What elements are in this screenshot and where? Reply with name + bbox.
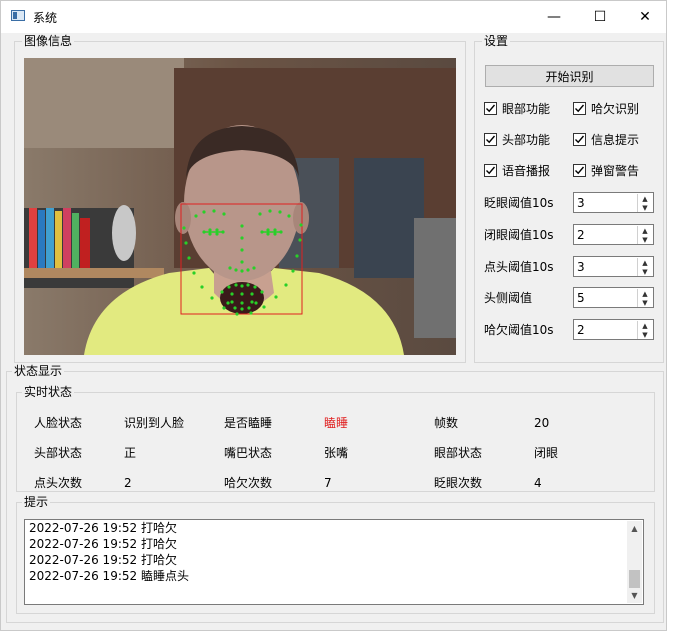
settings-title: 设置	[482, 34, 511, 48]
head-tilt-threshold-spinbox[interactable]: 5 ▲ ▼	[573, 287, 654, 308]
mouth-status-label: 嘴巴状态	[224, 446, 273, 460]
head-status-label: 头部状态	[34, 446, 83, 460]
scrollbar-thumb[interactable]	[629, 570, 640, 588]
yawn-count-label: 哈欠次数	[224, 476, 273, 490]
blink-count-value: 4	[534, 476, 542, 490]
checkbox-voice-broadcast[interactable]	[484, 164, 497, 177]
drowsy-value: 瞌睡	[324, 416, 349, 430]
scroll-down-icon[interactable]: ▼	[627, 588, 642, 603]
blink-threshold-label: 眨眼阈值10s	[484, 196, 554, 210]
nod-count-value: 2	[124, 476, 132, 490]
image-info-title: 图像信息	[22, 34, 75, 48]
start-recognition-button[interactable]: 开始识别	[485, 65, 654, 87]
scroll-up-icon[interactable]: ▲	[627, 521, 642, 536]
window-title: 系统	[33, 11, 58, 25]
minimize-button[interactable]: —	[531, 1, 577, 33]
eye-close-threshold-label: 闭眼阈值10s	[484, 228, 554, 242]
yawn-threshold-value: 2	[577, 323, 585, 337]
head-tilt-threshold-label: 头侧阈值	[484, 291, 533, 305]
blink-threshold-value: 3	[577, 196, 585, 210]
face-status-label: 人脸状态	[34, 416, 83, 430]
log-line: 2022-07-26 19:52 瞌睡点头	[29, 569, 189, 583]
yawn-threshold-spinbox[interactable]: 2 ▲ ▼	[573, 319, 654, 340]
eye-status-value: 闭眼	[534, 446, 559, 460]
yawn-count-value: 7	[324, 476, 332, 490]
spin-up-icon[interactable]: ▲	[637, 321, 652, 330]
nod-threshold-spinbox[interactable]: 3 ▲ ▼	[573, 256, 654, 277]
eye-close-threshold-value: 2	[577, 228, 585, 242]
checkbox-label-head-function: 头部功能	[502, 133, 551, 147]
hints-log-textbox[interactable]: 2022-07-26 19:52 打哈欠 2022-07-26 19:52 打哈…	[24, 519, 644, 605]
checkbox-label-info-prompt: 信息提示	[591, 133, 640, 147]
vertical-scrollbar[interactable]: ▲ ▼	[627, 521, 642, 603]
app-icon	[11, 10, 25, 21]
log-line: 2022-07-26 19:52 打哈欠	[29, 521, 177, 535]
spin-up-icon[interactable]: ▲	[637, 194, 652, 203]
checkbox-popup-warning[interactable]	[573, 164, 586, 177]
camera-feed	[24, 58, 456, 355]
spin-up-icon[interactable]: ▲	[637, 226, 652, 235]
realtime-status-group	[16, 392, 655, 492]
frame-count-label: 帧数	[434, 416, 459, 430]
eye-status-label: 眼部状态	[434, 446, 483, 460]
checkbox-yawn-recognition[interactable]	[573, 102, 586, 115]
checkbox-head-function[interactable]	[484, 133, 497, 146]
eye-close-threshold-spinbox[interactable]: 2 ▲ ▼	[573, 224, 654, 245]
checkbox-label-voice-broadcast: 语音播报	[502, 164, 551, 178]
spin-down-icon[interactable]: ▼	[637, 235, 652, 244]
spin-up-icon[interactable]: ▲	[637, 289, 652, 298]
maximize-button[interactable]: ☐	[577, 1, 623, 33]
drowsy-label: 是否瞌睡	[224, 416, 273, 430]
hints-title: 提示	[22, 495, 51, 509]
head-tilt-threshold-value: 5	[577, 291, 585, 305]
spin-down-icon[interactable]: ▼	[637, 330, 652, 339]
spin-down-icon[interactable]: ▼	[637, 298, 652, 307]
realtime-status-title: 实时状态	[22, 385, 75, 399]
head-status-value: 正	[124, 446, 137, 460]
blink-threshold-spinbox[interactable]: 3 ▲ ▼	[573, 192, 654, 213]
spin-up-icon[interactable]: ▲	[637, 258, 652, 267]
status-display-title: 状态显示	[12, 364, 65, 378]
checkbox-label-popup-warning: 弹窗警告	[591, 164, 640, 178]
checkbox-info-prompt[interactable]	[573, 133, 586, 146]
nod-threshold-label: 点头阈值10s	[484, 260, 554, 274]
frame-count-value: 20	[534, 416, 550, 430]
checkbox-eye-function[interactable]	[484, 102, 497, 115]
log-line: 2022-07-26 19:52 打哈欠	[29, 553, 177, 567]
mouth-status-value: 张嘴	[324, 446, 349, 460]
nod-count-label: 点头次数	[34, 476, 83, 490]
close-button[interactable]: ✕	[622, 1, 668, 33]
blink-count-label: 眨眼次数	[434, 476, 483, 490]
log-line: 2022-07-26 19:52 打哈欠	[29, 537, 177, 551]
face-status-value: 识别到人脸	[124, 416, 185, 430]
nod-threshold-value: 3	[577, 260, 585, 274]
checkbox-label-eye-function: 眼部功能	[502, 102, 551, 116]
spin-down-icon[interactable]: ▼	[637, 203, 652, 212]
checkbox-label-yawn-recognition: 哈欠识别	[591, 102, 640, 116]
yawn-threshold-label: 哈欠阈值10s	[484, 323, 554, 337]
spin-down-icon[interactable]: ▼	[637, 267, 652, 276]
camera-frame-image	[24, 58, 456, 355]
